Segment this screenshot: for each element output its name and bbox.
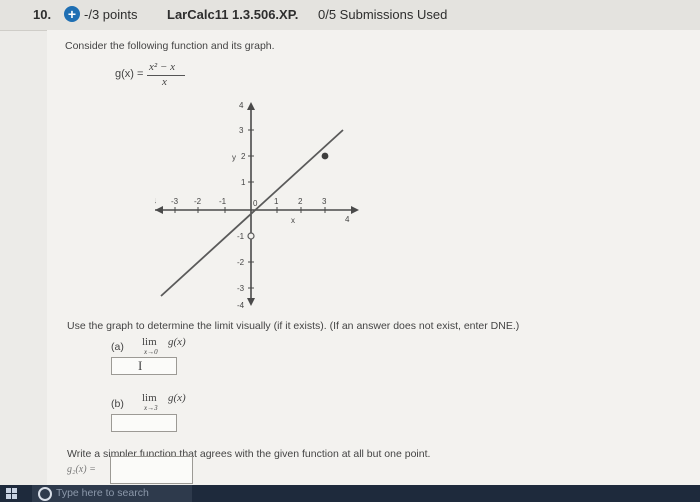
part-b-expr: g(x) [168, 392, 186, 404]
part-b-answer-input[interactable] [111, 414, 177, 432]
y-axis-arrow [247, 102, 255, 110]
y-tick-label: 3 [239, 126, 244, 135]
part-b-approach: x→3 [144, 404, 158, 412]
g2-answer-input[interactable] [110, 456, 193, 484]
windows-taskbar: Type here to search [0, 485, 700, 502]
part-a-lim: lim [142, 336, 157, 348]
submissions-used: 0/5 Submissions Used [318, 7, 448, 22]
x-tick-label: -3 [171, 197, 179, 206]
x-axis-arrow [351, 206, 359, 214]
y-tick-label: -4 [237, 301, 245, 308]
x-axis-arrow-left [155, 206, 163, 214]
x-axis-label: x [291, 216, 295, 225]
function-line [160, 129, 344, 297]
part-b-lim: lim [142, 392, 157, 404]
expand-plus-icon[interactable]: + [64, 6, 80, 22]
y-tick-label: -2 [237, 258, 245, 267]
y-axis-label: y [232, 153, 236, 162]
part-a-label: (a) [111, 341, 124, 353]
x-tick-label: 1 [274, 197, 279, 206]
y-tick-label: 2 [241, 152, 246, 161]
y-tick-label: 4 [239, 102, 244, 110]
instruction-text: Use the graph to determine the limit vis… [67, 320, 520, 332]
function-denominator: x [162, 76, 167, 88]
taskbar-search-box[interactable]: Type here to search [32, 485, 192, 502]
taskbar-search-placeholder: Type here to search [56, 487, 149, 499]
part-a-answer-input[interactable] [111, 357, 177, 375]
question-number: 10. [33, 7, 52, 22]
open-point-marker [247, 232, 255, 240]
origin-label: 0 [253, 199, 258, 208]
y-tick-label: 1 [241, 178, 246, 187]
x-tick-label: 3 [322, 197, 327, 206]
part-a-expr: g(x) [168, 336, 186, 348]
question-body: Consider the following function and its … [47, 30, 700, 485]
x-tick-label: -1 [219, 197, 227, 206]
function-numerator: x² − x [149, 61, 175, 73]
points-label: -/3 points [84, 7, 138, 22]
text-cursor-icon: I [138, 358, 143, 373]
windows-start-icon[interactable] [6, 488, 18, 499]
y-axis-arrow-bottom [247, 298, 255, 306]
cortana-circle-icon [38, 487, 52, 501]
function-name: g(x) = [115, 68, 144, 80]
x-tick-label: -2 [194, 197, 202, 206]
intro-text: Consider the following function and its … [65, 40, 275, 52]
closed-point-marker [321, 152, 329, 160]
y-tick-label: -1 [237, 232, 245, 241]
assignment-code: LarCalc11 1.3.506.XP. [167, 7, 299, 22]
y-tick-label: -3 [237, 284, 245, 293]
question-header: 10. + -/3 points LarCalc11 1.3.506.XP. 0… [0, 0, 700, 31]
part-b-label: (b) [111, 398, 124, 410]
x-tick-label: -4 [155, 197, 157, 206]
part-a-approach: x→0 [144, 348, 158, 356]
x-tick-label: 2 [298, 197, 303, 206]
function-graph: -4 -3 -2 -1 1 2 3 4 4 3 2 1 -1 -2 -3 -4 … [155, 102, 359, 308]
g2-label: g₂(x) = [67, 464, 96, 475]
x-tick-label: 4 [345, 215, 350, 224]
